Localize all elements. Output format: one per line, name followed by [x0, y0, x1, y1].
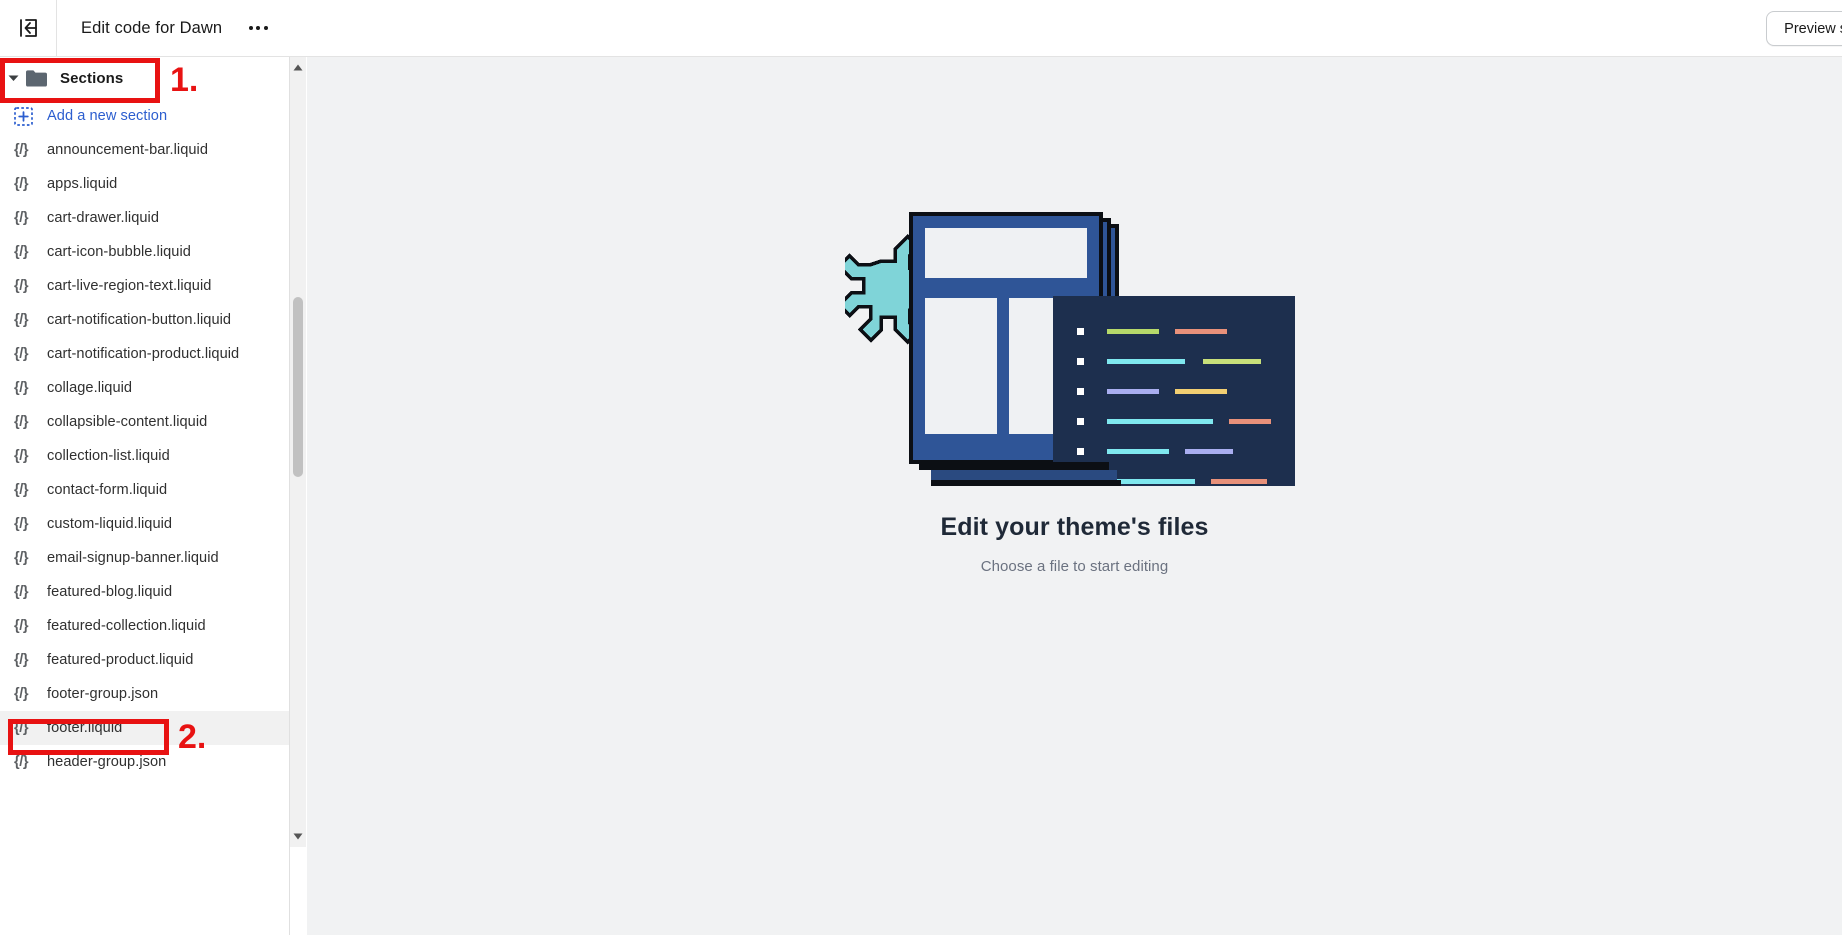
file-tree-item[interactable]: {/} email-signup-banner.liquid [0, 541, 290, 575]
code-file-icon: {/} [14, 652, 29, 668]
file-name-label: email-signup-banner.liquid [47, 550, 219, 566]
code-file-icon: {/} [14, 584, 29, 600]
more-actions-button[interactable] [244, 14, 272, 42]
file-tree-item[interactable]: {/} apps.liquid [0, 167, 290, 201]
file-tree-item[interactable]: {/} cart-live-region-text.liquid [0, 269, 290, 303]
file-name-label: contact-form.liquid [47, 482, 168, 498]
exit-arrow-icon[interactable] [0, 0, 57, 57]
file-name-label: footer-group.json [47, 686, 159, 702]
file-tree-item[interactable]: {/} collage.liquid [0, 371, 290, 405]
file-name-label: cart-notification-product.liquid [47, 346, 240, 362]
code-file-icon: {/} [14, 550, 29, 566]
file-name-label: custom-liquid.liquid [47, 516, 173, 532]
code-file-icon: {/} [14, 414, 29, 430]
file-tree-item[interactable]: {/} featured-product.liquid [0, 643, 290, 677]
code-file-icon: {/} [14, 210, 29, 226]
scrollbar-track-end [290, 847, 306, 935]
file-name-label: collapsible-content.liquid [47, 414, 208, 430]
page-title: Edit code for Dawn [81, 18, 223, 37]
file-tree-item[interactable]: {/} cart-drawer.liquid [0, 201, 290, 235]
code-file-icon: {/} [14, 516, 29, 532]
file-name-label: collection-list.liquid [47, 448, 170, 464]
file-name-label: collage.liquid [47, 380, 133, 396]
file-tree-item[interactable]: {/} featured-collection.liquid [0, 609, 290, 643]
code-file-icon: {/} [14, 686, 29, 702]
code-file-icon: {/} [14, 312, 29, 328]
file-tree-item[interactable]: {/} cart-notification-button.liquid [0, 303, 290, 337]
file-name-label: featured-collection.liquid [47, 618, 206, 634]
theme-files-illustration [836, 212, 1305, 487]
empty-state: Edit your theme's files Choose a file to… [836, 212, 1305, 575]
file-name-label: apps.liquid [47, 176, 118, 192]
top-bar: Edit code for Dawn Preview store [0, 0, 1842, 57]
file-tree-item[interactable]: {/} header-group.json [0, 745, 290, 779]
chevron-down-icon[interactable] [4, 74, 22, 82]
code-file-icon: {/} [14, 754, 29, 770]
file-name-label: footer.liquid [47, 720, 123, 736]
file-name-label: cart-notification-button.liquid [47, 312, 232, 328]
sections-folder-label: Sections [60, 69, 124, 87]
file-tree-item[interactable]: {/} cart-notification-product.liquid [0, 337, 290, 371]
preview-store-button[interactable]: Preview store [1766, 11, 1842, 46]
file-tree-item[interactable]: {/} contact-form.liquid [0, 473, 290, 507]
top-bar-left: Edit code for Dawn [0, 0, 272, 57]
sidebar-scrollbar[interactable] [289, 57, 306, 935]
code-file-icon: {/} [14, 142, 29, 158]
sections-folder-row[interactable]: Sections [0, 57, 290, 99]
file-tree: Sections Add a new section {/} announceme… [0, 57, 290, 779]
file-name-label: announcement-bar.liquid [47, 142, 208, 158]
scroll-up-arrow-icon[interactable] [290, 59, 306, 76]
code-file-icon: {/} [14, 346, 29, 362]
file-name-label: header-group.json [47, 754, 167, 770]
file-list: {/} announcement-bar.liquid {/} apps.liquid… [0, 133, 290, 779]
code-file-icon: {/} [14, 380, 29, 396]
code-file-icon: {/} [14, 244, 29, 260]
file-name-label: cart-live-region-text.liquid [47, 278, 212, 294]
footer-liquid-row[interactable]: {/} footer.liquid [0, 711, 290, 745]
file-tree-item[interactable]: {/} collection-list.liquid [0, 439, 290, 473]
folder-icon [24, 66, 48, 90]
scrollbar-thumb[interactable] [293, 297, 303, 477]
empty-state-title: Edit your theme's files [940, 513, 1209, 541]
add-new-section-button[interactable]: Add a new section [0, 99, 290, 133]
file-name-label: featured-product.liquid [47, 652, 194, 668]
code-file-icon: {/} [14, 448, 29, 464]
file-name-label: featured-blog.liquid [47, 584, 173, 600]
file-tree-item[interactable]: {/} cart-icon-bubble.liquid [0, 235, 290, 269]
file-tree-item[interactable]: {/} footer-group.json [0, 677, 290, 711]
code-file-icon: {/} [14, 482, 29, 498]
file-name-label: cart-drawer.liquid [47, 210, 160, 226]
empty-state-subtitle: Choose a file to start editing [980, 558, 1169, 575]
file-tree-item[interactable]: {/} collapsible-content.liquid [0, 405, 290, 439]
scroll-down-arrow-icon[interactable] [290, 828, 306, 845]
add-square-icon [14, 106, 36, 126]
code-file-icon: {/} [14, 618, 29, 634]
add-new-section-label: Add a new section [47, 108, 168, 124]
file-tree-item[interactable]: {/} announcement-bar.liquid [0, 133, 290, 167]
code-file-icon: {/} [14, 278, 29, 294]
code-file-icon: {/} [14, 176, 29, 192]
file-tree-item[interactable]: {/} featured-blog.liquid [0, 575, 290, 609]
code-file-icon: {/} [14, 720, 29, 736]
main-panel: Edit your theme's files Choose a file to… [307, 57, 1842, 935]
file-name-label: cart-icon-bubble.liquid [47, 244, 191, 260]
file-tree-item[interactable]: {/} custom-liquid.liquid [0, 507, 290, 541]
file-tree-sidebar[interactable]: Sections Add a new section {/} announceme… [0, 57, 290, 935]
ellipsis-icon [248, 26, 268, 30]
